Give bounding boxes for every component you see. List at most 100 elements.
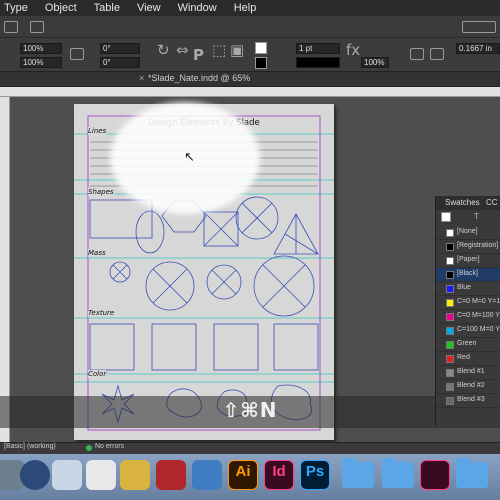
opacity-field[interactable]: 100% (361, 57, 389, 68)
shear-field[interactable]: 0° (100, 57, 140, 68)
select-content-icon[interactable]: ▣ (230, 41, 244, 59)
rotate-icon[interactable]: ↻ (157, 41, 170, 59)
fill-proxy-icon[interactable] (441, 212, 451, 222)
swatch-row[interactable]: Red (436, 352, 500, 366)
swatch-row[interactable]: Blend #2 (436, 380, 500, 394)
swatch-name: [Registration] (457, 242, 499, 249)
swatch-chip (446, 341, 454, 349)
swatch-name: C=0 M=100 Y=0 K=0 (457, 312, 500, 319)
scale-y-field[interactable]: 100% (20, 57, 62, 68)
photo-booth-icon[interactable] (86, 460, 116, 490)
utility-dock-icon[interactable] (120, 460, 150, 490)
finder-preview-icon[interactable] (192, 460, 222, 490)
frame-icon[interactable] (4, 21, 18, 33)
indesign-file-icon[interactable] (420, 460, 450, 490)
texture-box-2 (151, 323, 197, 371)
swatch-chip (446, 355, 454, 363)
preflight-profile[interactable]: [Basic] (working) (4, 443, 56, 450)
swatch-row[interactable]: [Paper] (436, 254, 500, 268)
swatch-name: [Black] (457, 270, 479, 277)
swatch-name: Green (457, 340, 477, 347)
swatch-row[interactable]: Blue (436, 282, 500, 296)
menu-table[interactable]: Table (94, 2, 120, 14)
swatch-row[interactable]: C=0 M=0 Y=100 K=0 (436, 296, 500, 310)
menu-help[interactable]: Help (234, 2, 257, 14)
document-tab[interactable]: *Slade_Nate.indd @ 65% (148, 73, 250, 83)
photo-app-icon[interactable] (156, 460, 186, 490)
swatch-chip (446, 243, 454, 251)
swatch-chip (446, 383, 454, 391)
texture-box-3 (213, 323, 259, 371)
swatch-name: Blue (457, 284, 472, 291)
application-bar (0, 16, 500, 38)
flip-icon[interactable]: ⇔ (176, 41, 189, 59)
select-container-icon[interactable]: ⬚ (212, 41, 226, 59)
preflight-errors[interactable]: No errors (95, 443, 124, 450)
swatches-tab[interactable]: Swatches (445, 198, 480, 207)
stroke-type-field[interactable] (296, 57, 340, 68)
folder-icon-3[interactable] (456, 458, 488, 488)
wrap-icon[interactable] (410, 48, 424, 60)
menu-object[interactable]: Object (45, 2, 77, 14)
mass-sample (109, 255, 315, 317)
swatch-chip (446, 271, 454, 279)
swatch-row[interactable]: C=0 M=100 Y=0 K=0 (436, 310, 500, 324)
swatch-name: Blend #3 (457, 396, 485, 403)
p-icon[interactable]: P (193, 46, 204, 64)
swatch-row[interactable]: [None] (436, 226, 500, 240)
cc-libraries-tab[interactable]: CC (486, 198, 498, 207)
folder-icon-2[interactable] (382, 458, 414, 488)
swatch-chip (446, 285, 454, 293)
preflight-status-icon (86, 445, 92, 451)
swatch-row[interactable]: Green (436, 338, 500, 352)
status-bar (0, 442, 500, 454)
workspace-switcher[interactable] (462, 21, 496, 33)
swatch-row[interactable]: [Registration] (436, 240, 500, 254)
folder-icon-1[interactable] (342, 458, 374, 488)
swatches-tab-strip: Swatches CC (436, 196, 500, 210)
texture-box-4 (273, 323, 319, 371)
ellipse-shape (135, 210, 165, 254)
swatch-row[interactable]: [Black] (436, 268, 500, 282)
swatch-row[interactable]: C=100 M=0 Y=0 K=0 (436, 324, 500, 338)
swatch-name: Blend #1 (457, 368, 485, 375)
swatch-row[interactable]: Blend #3 (436, 394, 500, 408)
preview-dock-icon[interactable] (52, 460, 82, 490)
swatch-name: [None] (457, 228, 478, 235)
horizontal-ruler[interactable] (0, 87, 500, 97)
menu-window[interactable]: Window (178, 2, 217, 14)
section-label-texture: Texture (88, 309, 115, 317)
menu-type[interactable]: Type (4, 2, 28, 14)
swatch-row[interactable]: Blend #1 (436, 366, 500, 380)
swatch-chip (446, 327, 454, 335)
adobe-app-label: Id (272, 463, 286, 480)
stroke-swatch[interactable] (255, 57, 267, 69)
stroke-weight-field[interactable]: 1 pt (296, 43, 340, 54)
swatch-chip (446, 397, 454, 405)
fill-swatch[interactable] (255, 42, 267, 54)
vertical-ruler[interactable] (0, 97, 10, 442)
swatch-chip (446, 299, 454, 307)
swatch-chip (446, 229, 454, 237)
constrain-link-icon[interactable] (70, 48, 84, 60)
layout-icon[interactable] (30, 21, 44, 33)
scale-x-field[interactable]: 100% (20, 43, 62, 54)
swatch-name: C=0 M=0 Y=100 K=0 (457, 298, 500, 305)
swatches-panel: Swatches CC T [None] [Registration] [Paper… (435, 196, 500, 426)
align-icon[interactable] (430, 48, 444, 60)
launchpad-rocket-icon[interactable] (20, 460, 50, 490)
control-panel: 100% 100% 0° 0° ↻ ⇔ P ⬚ ▣ 1 pt fx 100% 0… (0, 38, 500, 72)
rectangle-shape (89, 199, 153, 239)
close-tab-icon[interactable]: × (139, 73, 144, 83)
swatches-toolbar: T (436, 210, 500, 224)
effects-icon[interactable]: fx (346, 41, 360, 59)
rotation-field[interactable]: 0° (100, 43, 140, 54)
swatch-name: Blend #2 (457, 382, 485, 389)
tint-label: T (474, 212, 479, 221)
width-field[interactable]: 0.1667 in (456, 43, 500, 54)
texture-box-1 (89, 323, 135, 371)
pointer-cursor-icon: ↖ (184, 150, 195, 165)
menu-view[interactable]: View (137, 2, 161, 14)
section-label-shapes: Shapes (88, 188, 114, 196)
texture-sample (89, 323, 319, 371)
